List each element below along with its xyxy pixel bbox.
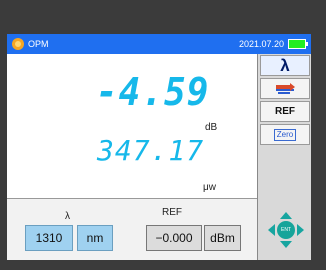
date-label: 2021.07.20 (238, 39, 284, 49)
zero-button[interactable]: Zero (260, 124, 310, 145)
arrow-left-icon[interactable] (268, 224, 275, 236)
laser-icon (276, 82, 295, 94)
readings-panel: -4.59 dB 347.17 μw (7, 54, 257, 198)
power-uw-value: 347.17 (97, 134, 205, 167)
screen: OPM 2021.07.20 -4.59 dB 347.17 μw λ REF … (7, 34, 311, 260)
opm-icon (12, 38, 24, 50)
arrow-up-icon[interactable] (280, 212, 292, 219)
ref-label: REF (162, 207, 182, 218)
sidebar: λ REF Zero ENT (257, 54, 311, 260)
ref-button[interactable]: REF (260, 101, 310, 122)
app-title: OPM (28, 39, 49, 49)
enter-button[interactable]: ENT (277, 221, 295, 239)
dpad[interactable]: ENT (268, 212, 304, 248)
wavelength-unit[interactable]: nm (77, 225, 113, 251)
ref-unit[interactable]: dBm (204, 225, 241, 251)
device-frame: OPM 2021.07.20 -4.59 dB 347.17 μw λ REF … (0, 0, 326, 270)
laser-button[interactable] (260, 78, 310, 99)
settings-panel: λ REF 1310 nm −0.000 dBm (7, 198, 257, 260)
wavelength-label: λ (65, 211, 70, 222)
power-dbm-unit: dB (205, 122, 218, 133)
wavelength-value[interactable]: 1310 (25, 225, 73, 251)
zero-label: Zero (273, 128, 297, 141)
arrow-down-icon[interactable] (280, 241, 292, 248)
battery-icon (288, 39, 308, 49)
power-dbm-value: -4.59 (95, 70, 210, 114)
status-bar: OPM 2021.07.20 (7, 34, 311, 54)
lambda-button[interactable]: λ (260, 55, 310, 76)
arrow-right-icon[interactable] (297, 224, 304, 236)
ref-value[interactable]: −0.000 (146, 225, 202, 251)
power-uw-unit: μw (203, 182, 216, 193)
